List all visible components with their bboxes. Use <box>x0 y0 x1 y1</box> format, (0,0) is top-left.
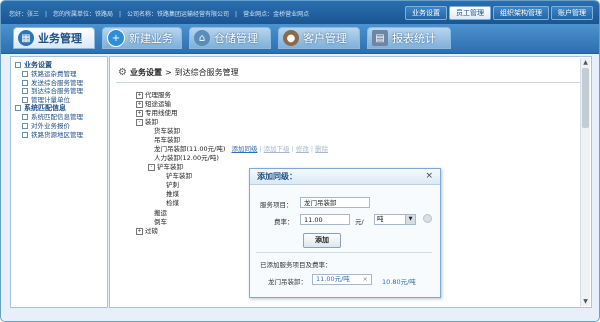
rate-label: 费率： <box>274 218 294 226</box>
tab-warehouse[interactable]: ⌂ 仓储管理 <box>189 27 271 49</box>
user-info: 您好：张三 | 您的所属单位：铁路局 | 公司名称：铁路集团运输经营有限公司 |… <box>9 11 310 18</box>
chevron-down-icon[interactable]: ▼ <box>405 215 415 224</box>
collapse-icon[interactable]: - <box>136 118 143 126</box>
tree-node-selected[interactable]: 龙门吊装卸(11.00元/吨) 添加同级 | 添加下级 | 修改 | 删除 <box>154 145 328 153</box>
divider <box>116 82 581 83</box>
unit-text: 元/ <box>355 218 364 226</box>
sidebar-item-cargo-region[interactable]: 铁路货源地区管理 <box>11 131 107 140</box>
edit-link[interactable]: 修改 <box>296 145 309 153</box>
sidebar-item-match-info[interactable]: 系统匹配信息管理 <box>11 113 107 122</box>
tab-reports-label: 报表统计 <box>392 32 436 45</box>
expand-icon[interactable]: + <box>136 109 143 117</box>
tab-warehouse-label: 仓储管理 <box>214 32 258 45</box>
top-link-organization[interactable]: 组织架构管理 <box>493 6 549 20</box>
service-item-input[interactable]: 龙门吊装卸 <box>300 197 370 208</box>
gear-icon: ⚙ <box>118 66 127 78</box>
added-item-other-rate: 10.80元/吨 <box>382 278 416 286</box>
rate-input[interactable]: 11.00 <box>300 214 350 225</box>
status-dot-icon <box>423 214 432 223</box>
tab-reports[interactable]: ▤ 报表统计 <box>367 27 451 49</box>
customers-icon: ● <box>283 30 299 46</box>
add-sibling-link[interactable]: 添加同级 <box>231 145 257 153</box>
remove-icon[interactable]: × <box>363 275 368 284</box>
tab-new-business-label: 新建业务 <box>129 32 173 45</box>
unit-select[interactable]: 吨 ▼ <box>374 214 416 225</box>
bullet-box-icon <box>22 96 28 103</box>
dialog-title: 添加同级： <box>257 172 297 181</box>
tree-node[interactable]: 铲车装卸 <box>166 172 192 180</box>
sidebar-item-railway-fees[interactable]: 铁路运杂费管理 <box>11 70 107 79</box>
top-bar: 您好：张三 | 您的所属单位：铁路局 | 公司名称：铁路集团运输经营有限公司 |… <box>1 1 599 24</box>
top-links: 业务设置 员工管理 组织架构管理 账户管理 <box>405 6 593 20</box>
bullet-box-icon <box>22 88 28 95</box>
added-items-label: 已添加服务项目及费率： <box>260 261 332 269</box>
module-nav: ▦ 业务管理 + 新建业务 ⌂ 仓储管理 ● 客户管理 ▤ 报表统计 <box>1 24 599 54</box>
service-item-label: 服务项目： <box>260 201 293 209</box>
top-link-staff[interactable]: 员工管理 <box>449 6 491 20</box>
tree-node[interactable]: 推煤 <box>166 190 179 198</box>
scroll-thumb[interactable] <box>582 68 589 128</box>
tree-node[interactable]: + 过磅 <box>136 227 158 235</box>
plus-icon: + <box>107 29 125 47</box>
breadcrumb-separator: > <box>164 67 172 77</box>
tree-node[interactable]: 吊车装卸 <box>154 136 180 144</box>
delete-link[interactable]: 删除 <box>315 145 328 153</box>
tab-new-business[interactable]: + 新建业务 <box>102 27 182 49</box>
collapse-icon[interactable]: - <box>148 163 155 171</box>
divider <box>256 252 432 253</box>
report-icon: ▤ <box>372 30 388 46</box>
top-link-business-settings[interactable]: 业务设置 <box>405 6 447 20</box>
close-icon[interactable]: × <box>425 169 433 184</box>
tab-customers-label: 客户管理 <box>303 32 347 45</box>
tree-node[interactable]: 倒车 <box>154 218 167 226</box>
warehouse-icon: ⌂ <box>194 30 210 46</box>
tab-business[interactable]: ▦ 业务管理 <box>13 27 95 49</box>
bullet-box-icon <box>22 71 28 77</box>
scroll-up-icon[interactable]: ▲ <box>582 59 589 66</box>
sidebar-item-arrival-services[interactable]: 到达综合服务管理 <box>11 87 107 96</box>
tree-node[interactable]: - 铲车装卸 <box>148 163 183 171</box>
add-sibling-dialog: 添加同级： × 服务项目： 龙门吊装卸 费率： 11.00 元/ 吨 ▼ 添加 … <box>249 168 441 298</box>
collapse-box-icon <box>15 62 21 68</box>
dialog-header: 添加同级： × <box>250 169 440 185</box>
sidebar: 业务设置 铁路运杂费管理 发送综合服务管理 到达综合服务管理 管理计量单位 系统… <box>10 56 108 308</box>
tree-node[interactable]: 铲刺 <box>166 181 179 189</box>
bullet-box-icon <box>22 114 28 121</box>
collapse-box-icon <box>15 105 21 112</box>
top-link-account[interactable]: 账户管理 <box>551 6 593 20</box>
bullet-box-icon <box>22 79 28 86</box>
app-window: 您好：张三 | 您的所属单位：铁路局 | 公司名称：铁路集团运输经营有限公司 |… <box>0 0 600 322</box>
sidebar-group-business-settings[interactable]: 业务设置 <box>11 61 107 70</box>
tree-node[interactable]: 人力装卸(12.00元/吨) <box>154 154 219 162</box>
breadcrumb: ⚙ 业务设置 > 到达综合服务管理 <box>118 65 239 79</box>
vertical-scrollbar[interactable]: ▲ ▼ <box>580 58 590 306</box>
tree-node[interactable]: + 短途运输 <box>136 100 171 108</box>
tree-actions: 添加同级 | 添加下级 | 修改 | 删除 <box>231 145 329 153</box>
add-child-link[interactable]: 添加下级 <box>264 145 290 153</box>
expand-icon[interactable]: + <box>136 227 143 235</box>
expand-icon[interactable]: + <box>136 91 143 99</box>
tree-node[interactable]: 搬运 <box>154 209 167 217</box>
tree-node[interactable]: + 代理服务 <box>136 91 171 99</box>
tab-business-label: 业务管理 <box>38 32 82 45</box>
bullet-box-icon <box>22 131 28 138</box>
expand-icon[interactable]: + <box>136 100 143 108</box>
bullet-box-icon <box>22 122 28 129</box>
added-item-chip: 11.00元/吨 × <box>312 274 372 285</box>
unit-select-value: 吨 <box>377 215 384 223</box>
sidebar-item-dispatch-services[interactable]: 发送综合服务管理 <box>11 79 107 88</box>
business-icon: ▦ <box>18 30 34 46</box>
added-item-rate: 11.00元/吨 <box>316 275 350 283</box>
tree-node[interactable]: - 装卸 <box>136 118 158 126</box>
scroll-down-icon[interactable]: ▼ <box>582 298 589 305</box>
tree-node[interactable]: 货车装卸 <box>154 127 180 135</box>
breadcrumb-page: 到达综合服务管理 <box>174 67 239 77</box>
tree-node[interactable]: + 专用线使用 <box>136 109 178 117</box>
tree-node[interactable]: 检煤 <box>166 199 179 207</box>
tab-customers[interactable]: ● 客户管理 <box>278 27 360 49</box>
add-button[interactable]: 添加 <box>303 233 341 248</box>
breadcrumb-section[interactable]: 业务设置 <box>130 67 162 78</box>
sidebar-item-external-quote[interactable]: 对外业务报价 <box>11 122 107 131</box>
added-item-name: 龙门吊装卸： <box>268 278 307 286</box>
